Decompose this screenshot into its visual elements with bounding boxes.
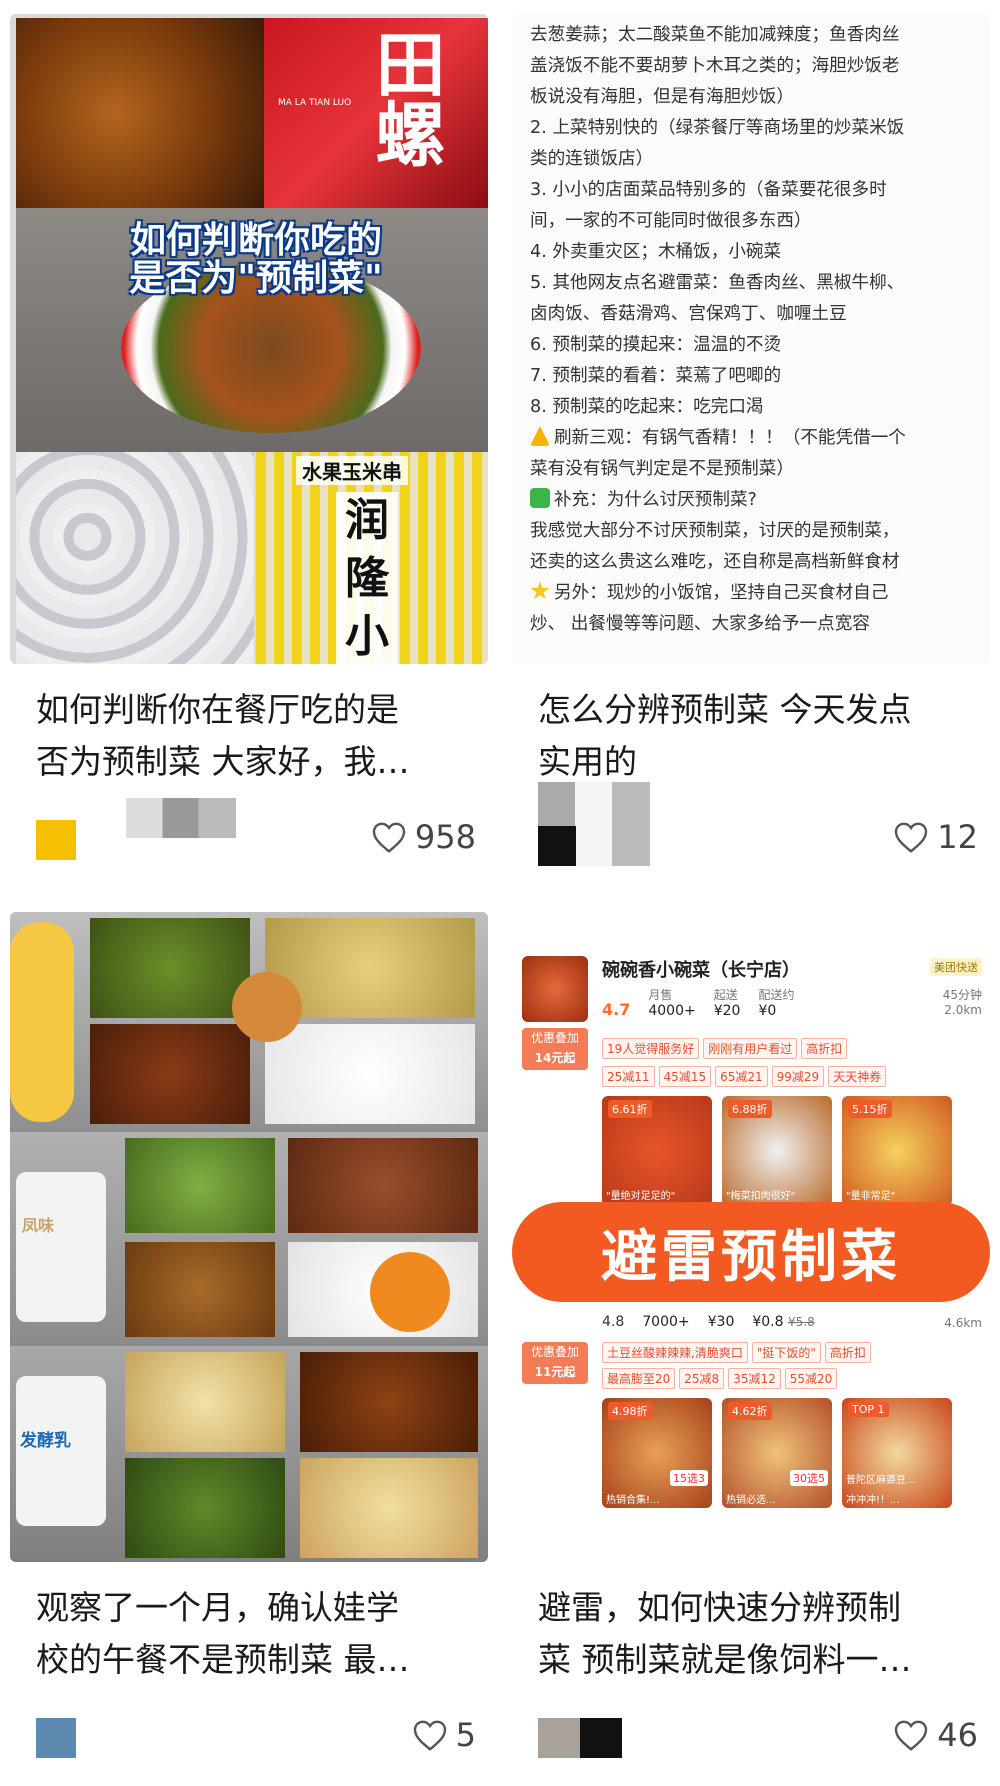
shop-name[interactable]: 碗碗香小碗菜（长宁店） <box>602 956 800 982</box>
card-3-title[interactable]: 观察了一个月，确认娃学 校的午餐不是预制菜 最… <box>36 1582 476 1686</box>
avatar[interactable] <box>36 820 76 860</box>
feed-card-4[interactable]: 优惠叠加 14元起 碗碗香小碗菜（长宁店） 美团快送 4.7 月售 4000+ 起… <box>512 912 990 1782</box>
card-1-image[interactable]: 田螺 MA LA TIAN LUO 如何判断你吃的 是否为"预制菜" 水果玉米串… <box>10 14 488 664</box>
food-photo-corn-skewers: 水果玉米串 润 隆 小 <box>256 452 488 664</box>
lunch-tray-3: 发酵乳 <box>10 1346 488 1562</box>
avatar[interactable] <box>538 1718 622 1758</box>
dish-tile[interactable]: 4.98折 15选3 热销合集!... <box>602 1398 712 1508</box>
note-text: 去葱姜蒜；太二酸菜鱼不能加减辣度；鱼香肉丝 盖浇饭不能不要胡萝卜木耳之类的；海胆… <box>512 14 990 664</box>
avatar[interactable] <box>36 1718 76 1758</box>
author-name-blurred <box>126 798 236 838</box>
heart-icon <box>895 822 928 853</box>
feed-card-1[interactable]: 田螺 MA LA TIAN LUO 如何判断你吃的 是否为"预制菜" 水果玉米串… <box>10 14 488 884</box>
like-count: 958 <box>414 818 476 856</box>
delivery-badge: 美团快送 <box>930 958 982 976</box>
like-button[interactable]: 958 <box>371 818 476 856</box>
card-3-image[interactable]: 凤味 发酵乳 <box>10 912 488 1562</box>
card-1-title[interactable]: 如何判断你在餐厅吃的是 否为预制菜 大家好，我… <box>36 684 476 788</box>
feed-card-3[interactable]: 凤味 发酵乳 观察了一个月，确认娃学 校的午餐不是预制菜 最… 5 <box>10 912 488 1782</box>
food-photo-frog <box>16 18 264 208</box>
like-button[interactable]: 46 <box>893 1716 978 1754</box>
shop-coupons: 25减11 45减15 65减21 99减29 天天神券 <box>602 1066 890 1087</box>
like-count: 12 <box>937 818 978 856</box>
card-1-footer: 958 <box>36 798 476 860</box>
warning-icon <box>530 426 550 446</box>
overlay-title: 如何判断你吃的 是否为"预制菜" <box>129 220 383 299</box>
corn-label: 水果玉米串 <box>296 456 408 485</box>
food-photo-snail-package: 田螺 MA LA TIAN LUO <box>264 18 488 208</box>
card-3-footer: 5 <box>36 1698 476 1758</box>
heart-icon <box>895 1720 928 1751</box>
check-icon <box>530 488 550 508</box>
yogurt-label-2: 发酵乳 <box>20 1431 71 1451</box>
like-count: 46 <box>937 1716 978 1754</box>
feed-card-2[interactable]: 去葱姜蒜；太二酸菜鱼不能加减辣度；鱼香肉丝 盖浇饭不能不要胡萝卜木耳之类的；海胆… <box>512 14 990 884</box>
card-2-footer: 12 <box>538 782 978 866</box>
heart-icon <box>372 822 406 853</box>
food-photo-plate: 如何判断你吃的 是否为"预制菜" <box>16 208 488 452</box>
shop-rating: 4.7 <box>602 1000 631 1019</box>
card-2-title[interactable]: 怎么分辨预制菜 今天发点 实用的 <box>538 684 978 788</box>
like-button[interactable]: 12 <box>893 818 978 856</box>
dish-tile[interactable]: 5.15折 "量非常足" <box>842 1096 952 1206</box>
package-subtitle: MA LA TIAN LUO <box>278 98 352 108</box>
yogurt-label: 凤味 <box>22 1216 55 1235</box>
avoid-stamp: 避雷预制菜 <box>512 1202 990 1302</box>
card-4-footer: 46 <box>538 1698 978 1758</box>
shop-listing-2: 优惠叠加 11元起 4.8 7000+ ¥30 ¥0.8 ¥5.8 4.6km … <box>522 1312 982 1562</box>
star-icon <box>530 581 550 600</box>
dish-tile[interactable]: 6.88折 "梅菜扣肉很好" <box>722 1096 832 1206</box>
card-4-image[interactable]: 优惠叠加 14元起 碗碗香小碗菜（长宁店） 美团快送 4.7 月售 4000+ 起… <box>512 912 990 1562</box>
food-photo-fish-slices <box>16 452 254 664</box>
like-count: 5 <box>455 1716 476 1754</box>
dish-tile[interactable]: TOP 1 普陀区麻婆豆... 冲冲冲!！... <box>842 1398 952 1508</box>
lunch-tray-1 <box>10 912 488 1132</box>
heart-icon <box>413 1720 446 1751</box>
shop-tags: 19人觉得服务好 刚刚有用户看过 高折扣 <box>602 1038 851 1059</box>
card-4-title[interactable]: 避雷，如何快速分辨预制 菜 预制菜就是像饲料一… <box>538 1582 978 1686</box>
like-button[interactable]: 5 <box>412 1716 476 1754</box>
card-2-image[interactable]: 去葱姜蒜；太二酸菜鱼不能加减辣度；鱼香肉丝 盖浇饭不能不要胡萝卜木耳之类的；海胆… <box>512 14 990 664</box>
dish-tile[interactable]: 6.61折 "量绝对足足的" <box>602 1096 712 1206</box>
lunch-tray-2: 凤味 <box>10 1132 488 1346</box>
dish-tile[interactable]: 4.62折 30选5 热销必选... <box>722 1398 832 1508</box>
